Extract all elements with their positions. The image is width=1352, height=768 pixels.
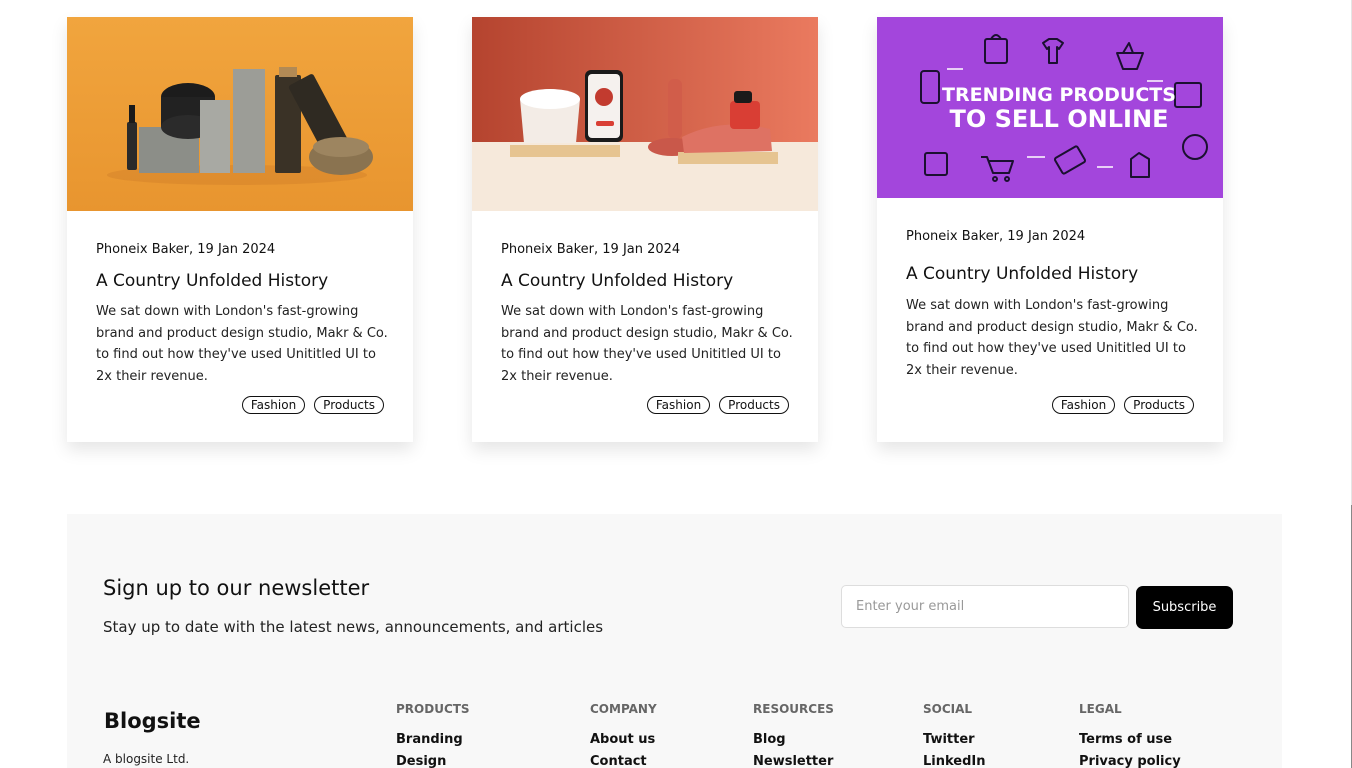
blog-card[interactable]: TRENDING PRODUCTS TO SELL ONLINE Phoneix… <box>877 17 1223 442</box>
newsletter-section: Sign up to our newsletter Stay up to dat… <box>67 514 1282 768</box>
card-image-products[interactable] <box>472 17 818 211</box>
subscribe-button[interactable]: Subscribe <box>1136 586 1233 629</box>
footer-link-terms[interactable]: Terms of use <box>1079 732 1181 754</box>
footer-link-linkedin[interactable]: LinkedIn <box>923 754 986 768</box>
footer-column-products: PRODUCTS Branding Design <box>396 702 470 768</box>
tag-products[interactable]: Products <box>1124 396 1194 414</box>
footer-link-newsletter[interactable]: Newsletter <box>753 754 834 768</box>
card-excerpt: We sat down with London's fast-growing b… <box>501 304 793 384</box>
image-headline-line2: TO SELL ONLINE <box>950 105 1169 133</box>
newsletter-title: Sign up to our newsletter <box>103 576 370 600</box>
card-image-cosmetics[interactable] <box>67 17 413 211</box>
card-title[interactable]: A Country Unfolded History <box>501 271 733 291</box>
footer-heading: PRODUCTS <box>396 702 470 716</box>
tag-fashion[interactable]: Fashion <box>241 396 306 414</box>
footer-link-twitter[interactable]: Twitter <box>923 732 986 754</box>
card-tags: Fashion Products <box>241 396 384 414</box>
card-author-date: Phoneix Baker, 19 Jan 2024 <box>501 242 681 257</box>
card-author-date: Phoneix Baker, 19 Jan 2024 <box>906 229 1086 244</box>
footer-column-resources: RESOURCES Blog Newsletter <box>753 702 834 768</box>
footer-heading: LEGAL <box>1079 702 1122 716</box>
footer-link-blog[interactable]: Blog <box>753 732 834 754</box>
footer-brand[interactable]: Blogsite <box>104 709 201 733</box>
image-headline-line1: TRENDING PRODUCTS <box>942 84 1176 106</box>
tag-products[interactable]: Products <box>314 396 384 414</box>
tag-products[interactable]: Products <box>719 396 789 414</box>
blog-card[interactable]: Phoneix Baker, 19 Jan 2024 A Country Unf… <box>472 17 818 442</box>
footer-heading: COMPANY <box>590 702 657 716</box>
card-excerpt: We sat down with London's fast-growing b… <box>96 304 388 384</box>
footer-link-branding[interactable]: Branding <box>396 732 470 754</box>
card-tags: Fashion Products <box>646 396 789 414</box>
footer-link-about-us[interactable]: About us <box>590 732 657 754</box>
card-tags: Fashion Products <box>1051 396 1194 414</box>
tag-fashion[interactable]: Fashion <box>1051 396 1116 414</box>
footer-column-legal: LEGAL Terms of use Privacy policy <box>1079 702 1181 768</box>
footer-link-privacy[interactable]: Privacy policy <box>1079 754 1181 768</box>
footer-heading: RESOURCES <box>753 702 834 716</box>
blog-card[interactable]: Phoneix Baker, 19 Jan 2024 A Country Unf… <box>67 17 413 442</box>
footer-column-social: SOCIAL Twitter LinkedIn <box>923 702 986 768</box>
footer-link-design[interactable]: Design <box>396 754 470 768</box>
card-title[interactable]: A Country Unfolded History <box>96 271 328 291</box>
email-input[interactable] <box>841 585 1129 628</box>
card-image-trending[interactable]: TRENDING PRODUCTS TO SELL ONLINE <box>877 17 1223 198</box>
footer-column-company: COMPANY About us Contact <box>590 702 657 768</box>
footer-heading: SOCIAL <box>923 702 973 716</box>
newsletter-subtitle: Stay up to date with the latest news, an… <box>103 618 604 636</box>
tag-fashion[interactable]: Fashion <box>646 396 711 414</box>
card-excerpt: We sat down with London's fast-growing b… <box>906 298 1198 378</box>
footer-brand-sub: A blogsite Ltd. <box>103 752 190 766</box>
footer-link-contact[interactable]: Contact <box>590 754 657 768</box>
card-title[interactable]: A Country Unfolded History <box>906 264 1138 284</box>
card-author-date: Phoneix Baker, 19 Jan 2024 <box>96 242 276 257</box>
